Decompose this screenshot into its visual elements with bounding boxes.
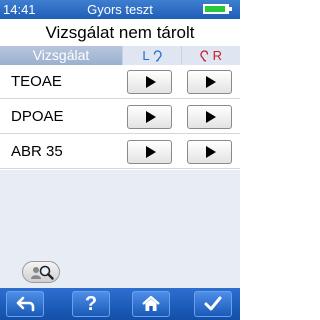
- right-ear-icon: [200, 50, 209, 62]
- test-row-teoae: TEOAE: [0, 65, 240, 99]
- battery-level: [205, 6, 225, 12]
- play-icon: [206, 111, 216, 123]
- play-icon: [206, 76, 216, 88]
- status-bar: 14:41 Gyors teszt: [0, 0, 240, 19]
- home-icon: [142, 296, 160, 311]
- play-icon: [146, 111, 156, 123]
- test-row-abr35: ABR 35: [0, 135, 240, 169]
- list-empty-area: [0, 170, 240, 260]
- play-left-button[interactable]: [127, 70, 172, 94]
- help-button[interactable]: ?: [72, 291, 110, 317]
- right-ear-label: R: [212, 48, 222, 63]
- play-left-button[interactable]: [127, 140, 172, 164]
- page-title: Vizsgálat nem tárolt: [45, 23, 195, 42]
- play-right-button[interactable]: [187, 105, 232, 129]
- battery-icon: [203, 4, 232, 14]
- confirm-button[interactable]: [194, 291, 232, 317]
- bottom-toolbar: ?: [0, 288, 240, 320]
- play-icon: [146, 146, 156, 158]
- left-ear-icon: [153, 50, 162, 62]
- test-row-dpoae: DPOAE: [0, 100, 240, 134]
- test-label: TEOAE: [11, 73, 62, 90]
- column-right-ear: R: [181, 46, 240, 65]
- column-test-label: Vizsgálat: [0, 46, 122, 65]
- back-button[interactable]: [6, 291, 44, 317]
- play-left-button[interactable]: [127, 105, 172, 129]
- column-header: Vizsgálat L R: [0, 46, 240, 65]
- test-label: DPOAE: [11, 108, 64, 125]
- play-right-button[interactable]: [187, 70, 232, 94]
- play-right-button[interactable]: [187, 140, 232, 164]
- home-button[interactable]: [132, 291, 170, 317]
- test-label: ABR 35: [11, 143, 63, 160]
- checkmark-icon: [204, 296, 222, 311]
- patient-search-button[interactable]: [22, 261, 60, 283]
- left-ear-label: L: [142, 48, 150, 63]
- play-icon: [146, 76, 156, 88]
- patient-search-icon: [31, 265, 54, 280]
- back-arrow-icon: [16, 296, 35, 312]
- play-icon: [206, 146, 216, 158]
- help-icon: ?: [84, 293, 98, 315]
- column-left-ear: L: [122, 46, 181, 65]
